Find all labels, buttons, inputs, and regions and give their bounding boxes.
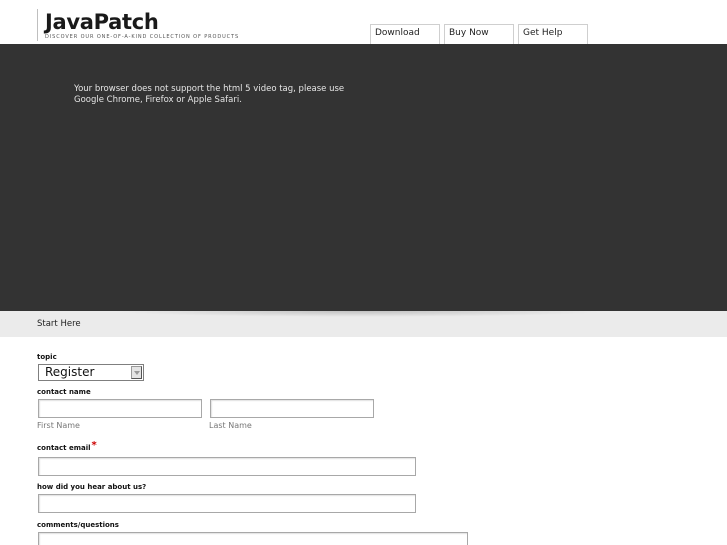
first-name-input[interactable] [38,399,202,418]
comments-textarea[interactable] [38,532,468,545]
contact-email-label-text: contact email [37,444,91,452]
start-here-bar: Start Here [0,311,727,337]
referral-input[interactable] [38,494,416,513]
site-tagline: DISCOVER OUR ONE-OF-A-KIND COLLECTION OF… [45,34,240,40]
nav-get-help-button[interactable]: Get Help [518,24,588,44]
start-bar-shadow [110,311,610,317]
topic-select-value: Register [45,365,95,379]
first-name-hint: First Name [37,421,80,430]
video-fallback-message: Your browser does not support the html 5… [74,84,374,106]
last-name-hint: Last Name [209,421,252,430]
nav-download-button[interactable]: Download [370,24,440,44]
comments-label: comments/questions [37,521,119,529]
nav-buy-now-button[interactable]: Buy Now [444,24,514,44]
site-header: JavaPatch DISCOVER OUR ONE-OF-A-KIND COL… [0,0,727,44]
logo-divider [37,9,38,41]
topic-label: topic [37,353,57,361]
contact-email-input[interactable] [38,457,416,476]
topic-select[interactable]: Register [38,364,144,381]
video-fallback-line: Google Chrome, Firefox or Apple Safari. [74,95,242,105]
video-fallback-line: Your browser does not support the html 5… [74,84,345,94]
contact-name-label: contact name [37,388,91,396]
video-player[interactable]: Your browser does not support the html 5… [0,44,727,311]
start-here-label: Start Here [37,319,81,329]
chevron-down-icon[interactable] [131,366,142,379]
site-logo[interactable]: JavaPatch [45,9,159,35]
last-name-input[interactable] [210,399,374,418]
contact-email-label: contact email* [37,440,97,453]
referral-label: how did you hear about us? [37,483,147,491]
required-marker: * [91,440,97,451]
